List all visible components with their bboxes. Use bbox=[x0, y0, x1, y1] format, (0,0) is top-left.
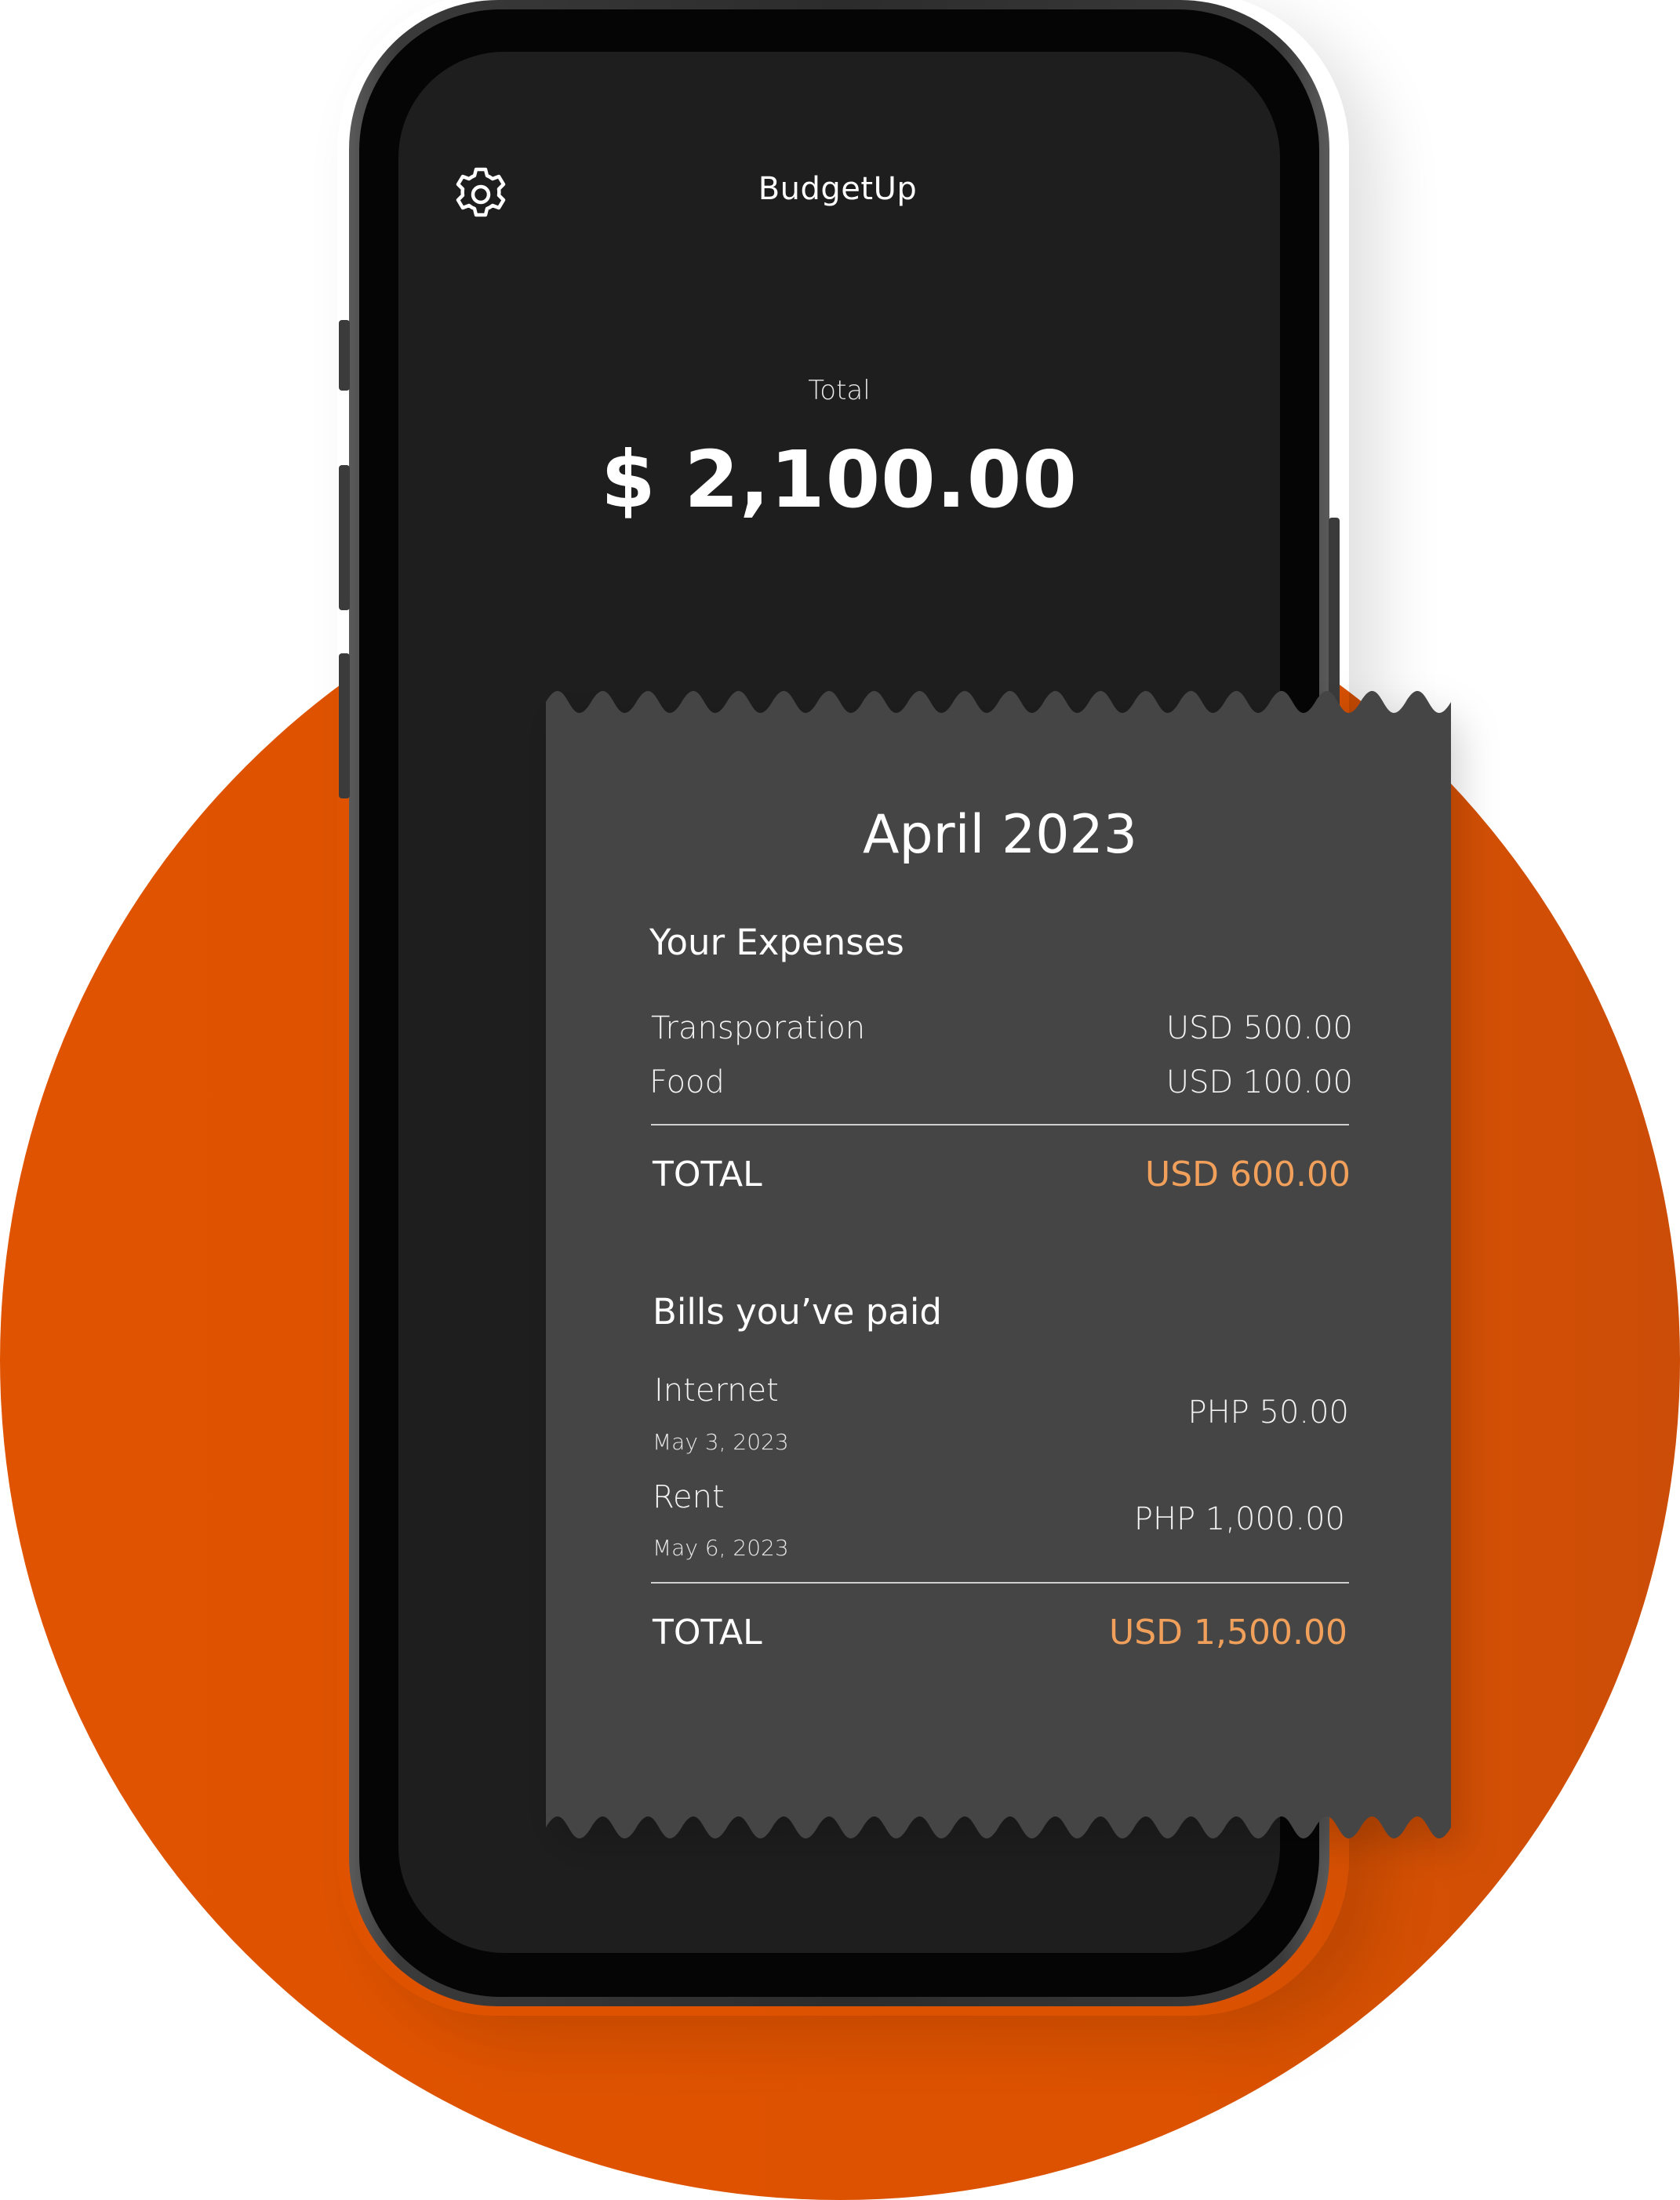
expense-label: Food bbox=[649, 1064, 725, 1100]
bill-label: Rent bbox=[653, 1479, 725, 1515]
bill-date: May 3, 2023 bbox=[653, 1429, 789, 1455]
bill-label: Internet bbox=[654, 1373, 779, 1409]
receipt-month: April 2023 bbox=[862, 804, 1138, 866]
bills-divider bbox=[651, 1582, 1349, 1584]
bill-value: PHP 50.00 bbox=[1187, 1395, 1349, 1431]
expense-value: USD 500.00 bbox=[1165, 1010, 1353, 1046]
bills-total-label: TOTAL bbox=[653, 1613, 762, 1653]
bills-total-value: USD 1,500.00 bbox=[1109, 1613, 1347, 1653]
expense-value: USD 100.00 bbox=[1165, 1064, 1353, 1100]
expenses-total-label: TOTAL bbox=[653, 1155, 762, 1195]
bill-value: PHP 1,000.00 bbox=[1133, 1501, 1345, 1537]
bill-date: May 6, 2023 bbox=[653, 1535, 789, 1561]
expenses-total-value: USD 600.00 bbox=[1145, 1155, 1351, 1195]
expense-label: Transporation bbox=[651, 1010, 866, 1046]
bills-title: Bills you’ve paid bbox=[653, 1291, 942, 1333]
expenses-title: Your Expenses bbox=[649, 922, 904, 963]
expenses-divider bbox=[651, 1124, 1349, 1125]
